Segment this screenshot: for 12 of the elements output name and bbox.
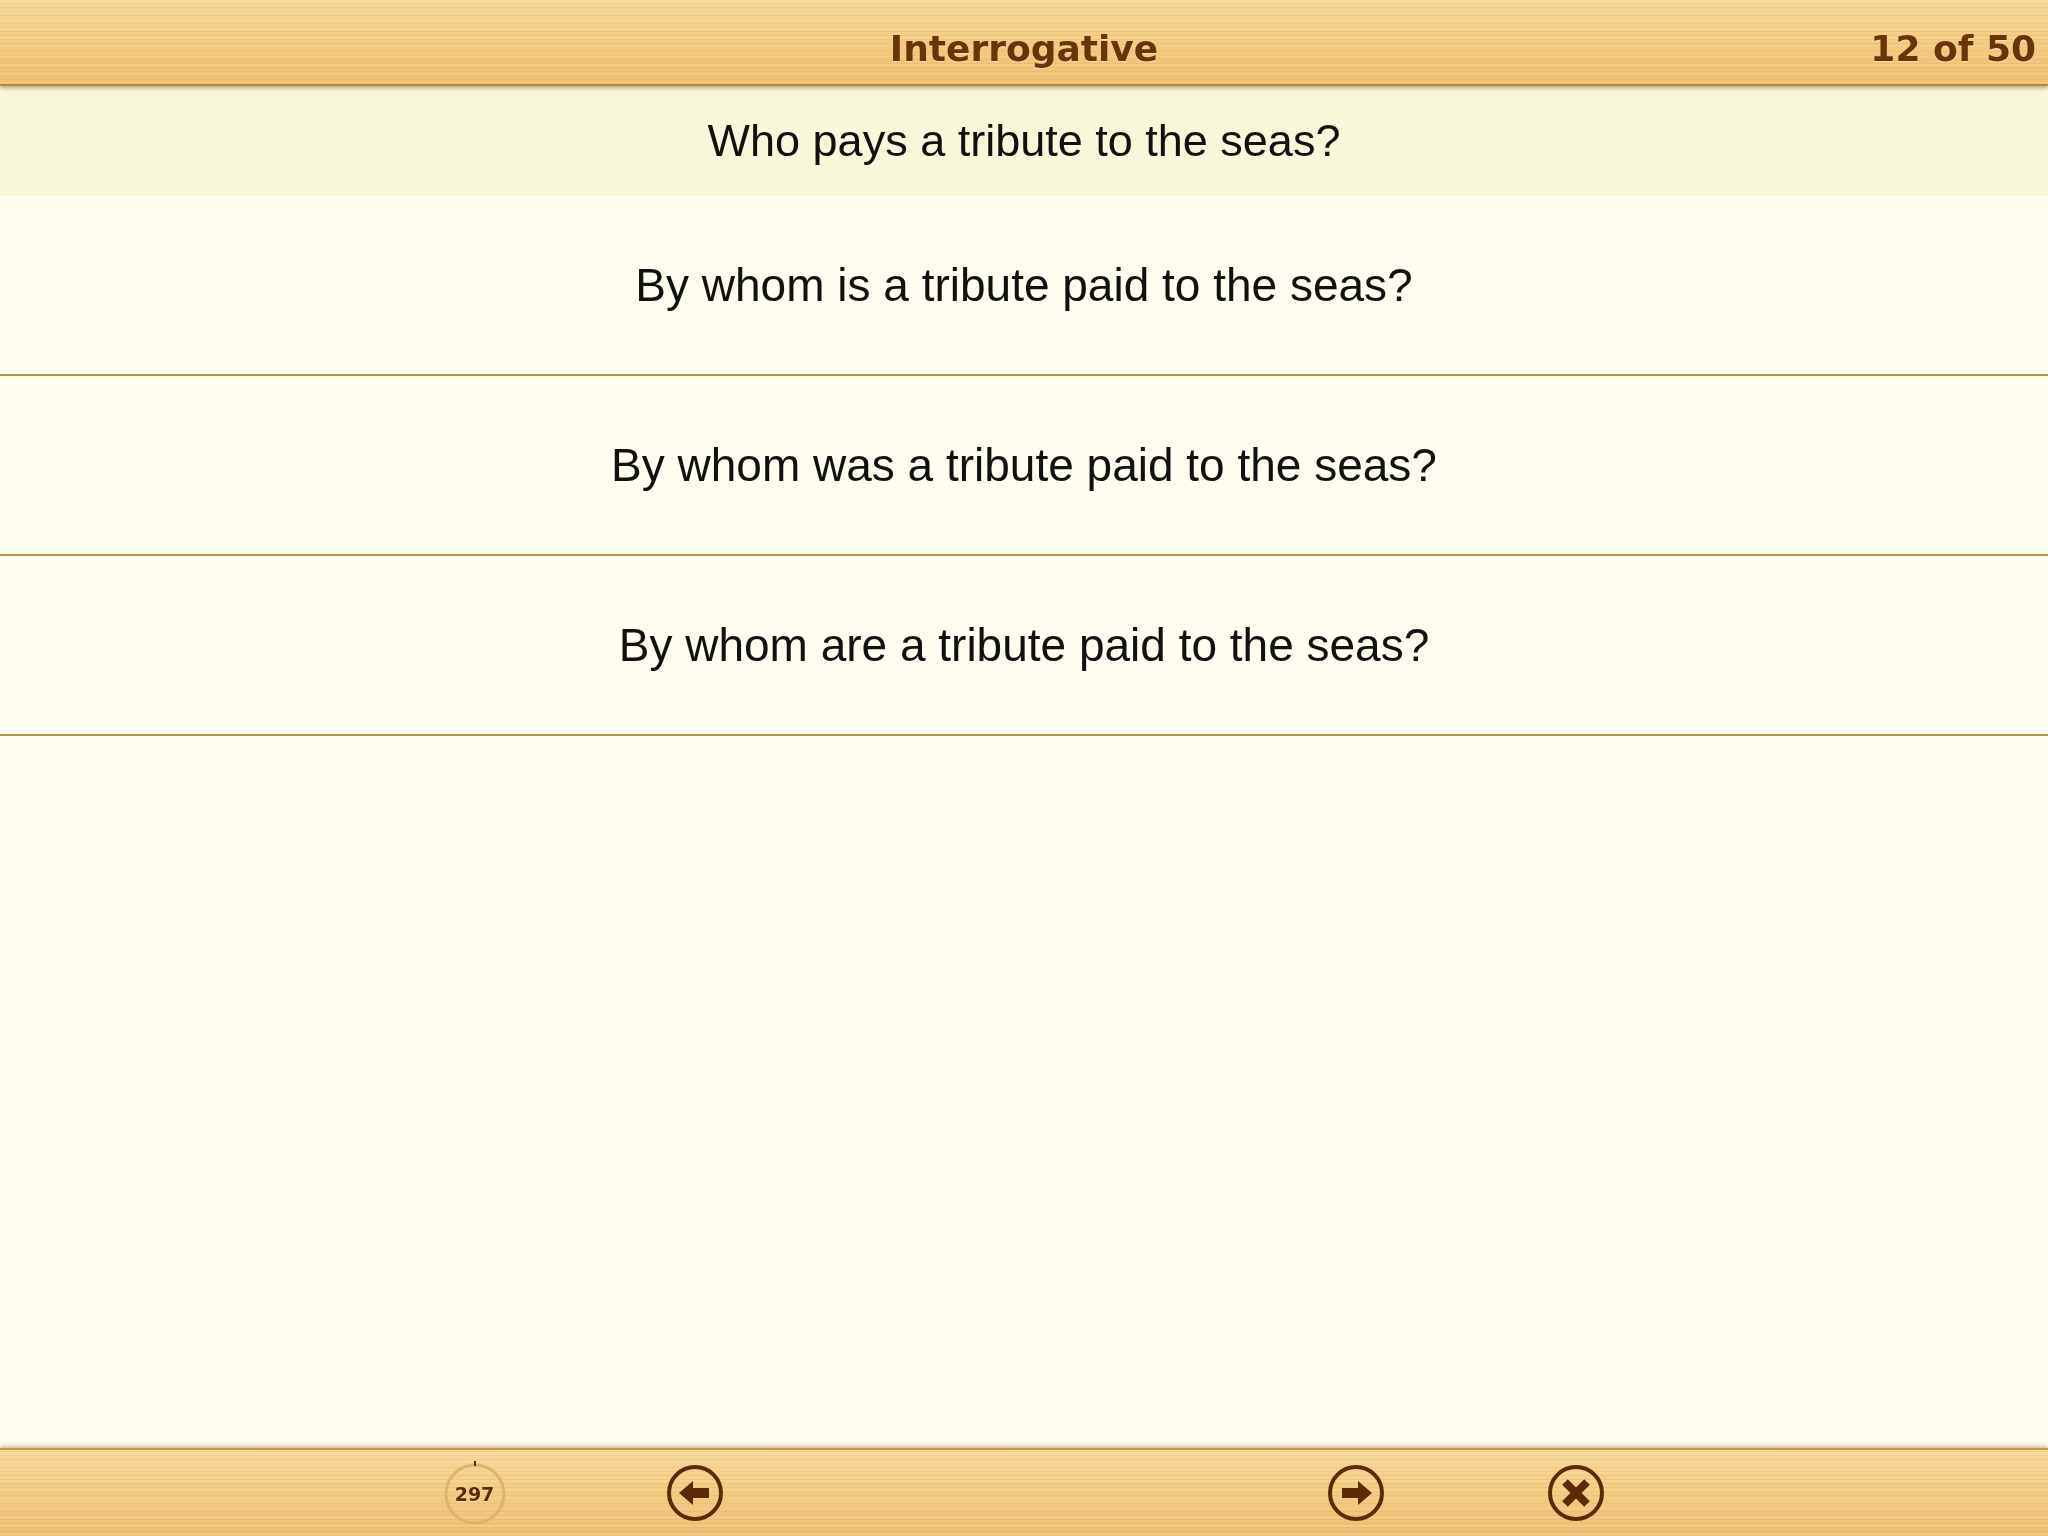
close-icon [1546,1464,1605,1522]
timer-ring-icon [443,1461,506,1525]
answer-option[interactable]: By whom are a tribute paid to the seas? [0,556,2048,736]
quiz-title: Interrogative [889,27,1159,69]
question-text: Who pays a tribute to the seas? [707,115,1341,167]
close-button[interactable] [1546,1464,1605,1522]
question-counter: 12 of 50 [1870,27,2036,69]
answer-option[interactable]: By whom was a tribute paid to the seas? [0,376,2048,556]
back-button[interactable] [665,1464,724,1522]
next-button[interactable] [1326,1464,1385,1522]
answer-option[interactable]: By whom is a tribute paid to the seas? [0,196,2048,376]
timer-count: 297 [454,1483,495,1505]
